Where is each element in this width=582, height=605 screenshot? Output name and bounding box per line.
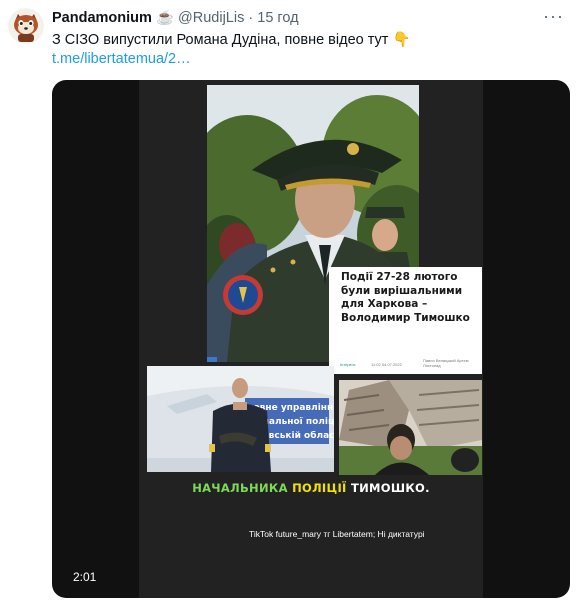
caption-part-1: НАЧАЛЬНИКА xyxy=(192,481,293,495)
author-name[interactable]: Pandamonium xyxy=(52,10,152,26)
article-title: Події 27-28 лютого були вирішальними для… xyxy=(341,271,470,324)
caption-part-3: ТИМОШКО. xyxy=(350,481,430,495)
video-frame: Події 27-28 лютого були вирішальними для… xyxy=(139,80,483,598)
article-date: 11:02 04.07.2022 xyxy=(371,362,402,367)
ruins-photo xyxy=(339,380,482,475)
author-handle[interactable]: @RudijLis xyxy=(178,10,244,26)
tweet-header: Pandamonium ☕ @RudijLis · 15 год xyxy=(52,9,299,26)
video-player[interactable]: Події 27-28 лютого були вирішальними для… xyxy=(52,80,570,598)
tweet-text: З СІЗО випустили Романа Дудіна, повне ві… xyxy=(52,32,411,48)
video-caption: НАЧАЛЬНИКА ПОЛІЦІЇ ТИМОШКО. xyxy=(139,481,483,495)
tweet-link[interactable]: t.me/libertatemua/2… xyxy=(52,51,191,67)
caption-part-2: ПОЛІЦІЇ xyxy=(292,481,351,495)
video-duration: 2:01 xyxy=(73,570,97,584)
more-options-icon[interactable]: ··· xyxy=(543,6,564,27)
press-briefing-photo: Головне управління Національної поліції … xyxy=(147,366,334,472)
video-watermark: TikTok future_mary тг Libertatem; Ні дик… xyxy=(249,529,425,539)
coffee-emoji-icon: ☕ xyxy=(155,10,174,26)
header-separator: · xyxy=(248,10,254,26)
article-authors: Павло Велицький Артем Листопад xyxy=(423,358,469,368)
article-source: Інтерв'ю xyxy=(340,362,356,367)
article-card: Події 27-28 лютого були вирішальними для… xyxy=(329,267,482,374)
avatar[interactable] xyxy=(8,8,44,44)
red-panda-icon xyxy=(8,8,44,44)
tweet-time[interactable]: 15 год xyxy=(257,10,298,26)
